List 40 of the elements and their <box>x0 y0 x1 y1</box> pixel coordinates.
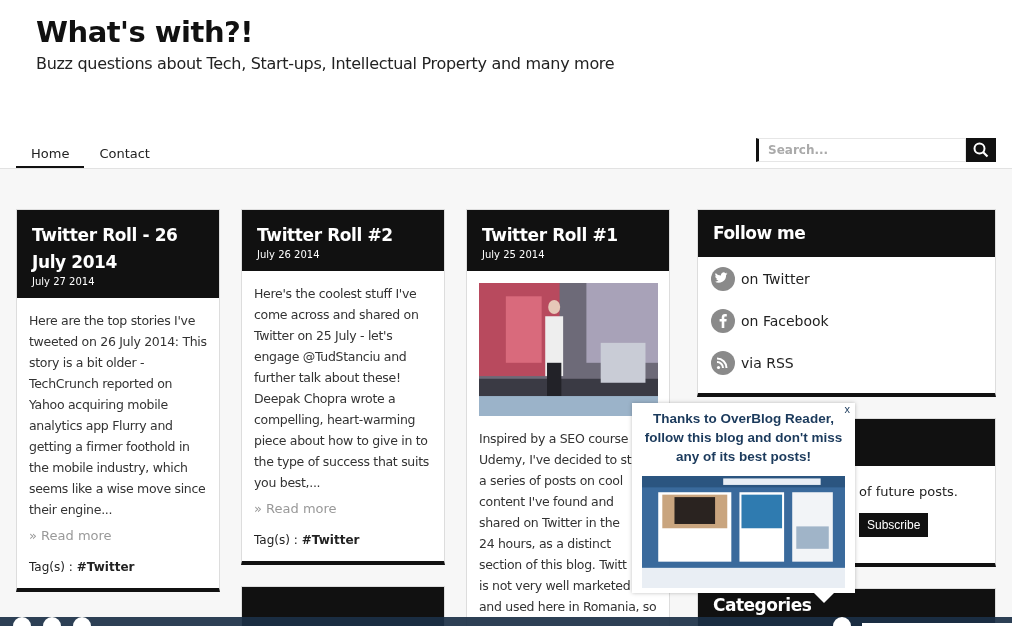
post-excerpt: Here are the top stories I've tweeted on 26 July 2014: This story is a bit older - TechCrunch reported on Yahoo acquiring mobile analytics app Flurry and getting a firmer foothold in the mobile industry, which seems like a wise move since their engine... <box>29 312 207 519</box>
excerpt-line: is not very well marketed <box>479 577 631 595</box>
excerpt-line: a series of posts on cool <box>479 472 623 490</box>
close-button[interactable]: x <box>842 403 852 415</box>
nav-link[interactable]: Home <box>16 146 85 168</box>
post-title[interactable]: Twitter Roll - 26 July 2014 <box>32 222 204 276</box>
excerpt-line: 24 hours, as a distinct <box>479 535 611 553</box>
tags-label: Tag(s) : <box>254 533 298 547</box>
post-excerpt: Here's the coolest stuff I've come across and shared on Twitter on 25 July - let's engage @TudStanciu and further talk about these! Deepak Chopra wrote a compelling, heart-warming piece about how to give in to the type of success that suits you best,... <box>254 285 430 492</box>
site-tagline: Buzz questions about Tech, Start-ups, Intellectual Property and many more <box>36 54 616 73</box>
excerpt-line: content I've found and <box>479 493 614 511</box>
search-icon <box>973 142 989 158</box>
subscribe-text: of future posts. <box>859 484 959 499</box>
bird-icon[interactable] <box>711 267 735 291</box>
search-button[interactable] <box>966 138 996 162</box>
social-link[interactable]: via RSS <box>741 355 794 371</box>
social-link[interactable]: on Facebook <box>741 313 829 329</box>
site-title[interactable]: What's with?! <box>36 14 254 50</box>
tag-link[interactable]: #Twitter <box>301 533 360 547</box>
nav-link[interactable]: Contact <box>84 146 165 168</box>
letter-f-icon[interactable] <box>711 309 735 333</box>
post-title[interactable]: Twitter Roll #2 <box>257 222 429 249</box>
tags-label: Tag(s) : <box>29 560 73 574</box>
rss-icon[interactable] <box>711 351 735 375</box>
widget-title: Follow me <box>713 222 806 245</box>
post-date: July 25 2014 <box>482 249 546 260</box>
subscribe-button[interactable]: Subscribe <box>859 513 929 537</box>
search-field[interactable]: Search... <box>756 138 966 162</box>
excerpt-line: Udemy, I've decided to st <box>479 451 632 469</box>
popup-message: Thanks to OverBlog Reader, follow this blog and don't miss any of its best posts! <box>643 410 844 466</box>
post-date: July 27 2014 <box>32 276 96 287</box>
tag-link[interactable]: #Twitter <box>76 560 135 574</box>
social-link[interactable]: on Twitter <box>741 271 810 287</box>
post-title[interactable]: Twitter Roll #1 <box>482 222 654 249</box>
widget-title: Categories <box>713 594 812 617</box>
excerpt-line: Inspired by a SEO course <box>479 430 629 448</box>
excerpt-line: shared on Twitter in the <box>479 514 620 532</box>
post-date: July 26 2014 <box>257 249 321 260</box>
excerpt-line: section of this blog. Twitt <box>479 556 627 574</box>
excerpt-line: and used here in Romania, so <box>479 598 657 616</box>
